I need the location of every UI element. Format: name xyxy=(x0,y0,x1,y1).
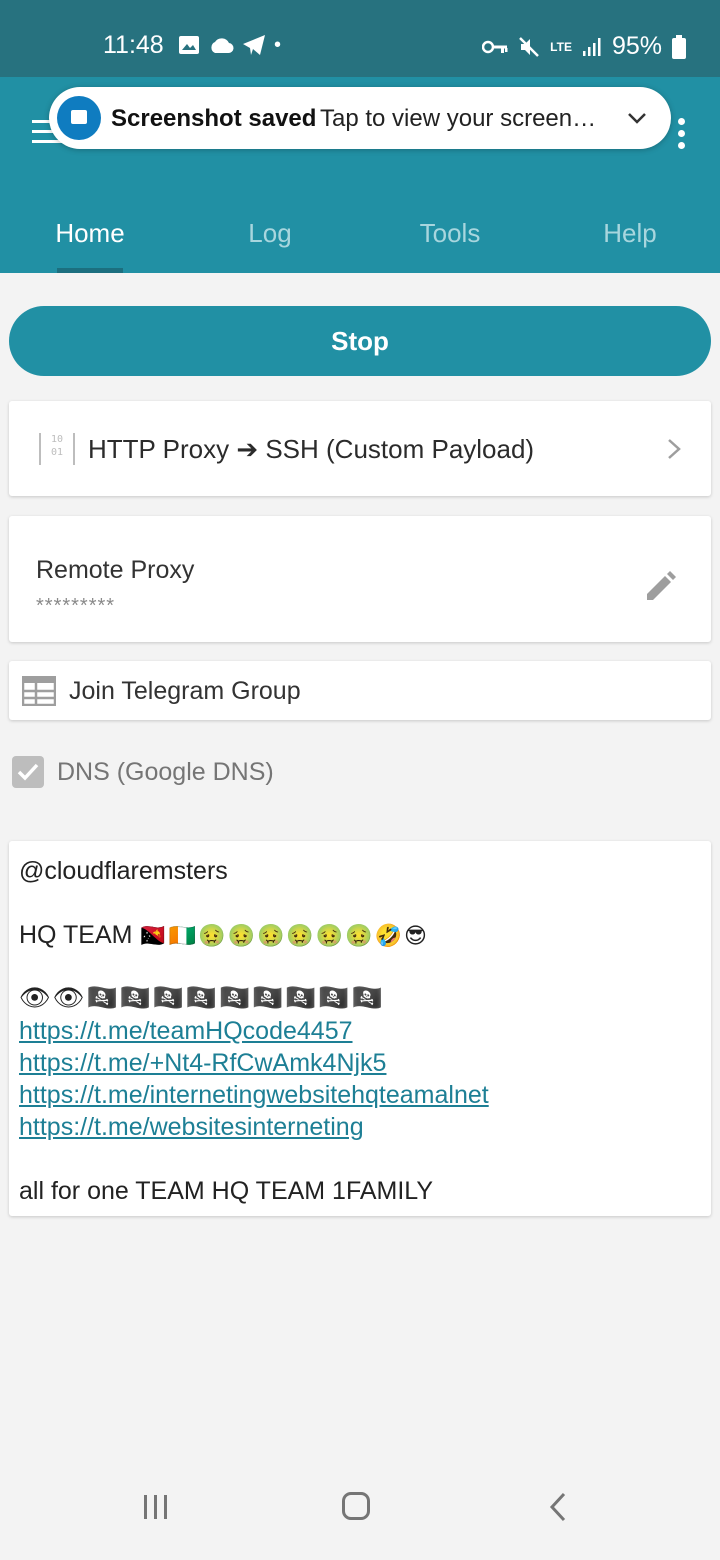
cloud-icon xyxy=(211,38,234,54)
edit-pencil-icon[interactable] xyxy=(643,570,677,604)
table-icon xyxy=(22,676,56,706)
tab-help[interactable]: Help xyxy=(540,215,720,273)
tab-bar: Home Log Tools Help xyxy=(0,215,720,273)
chevron-right-icon xyxy=(668,439,681,459)
screenshot-toast[interactable]: Screenshot saved Tap to view your screen… xyxy=(49,87,671,149)
recent-apps-icon[interactable] xyxy=(144,1495,170,1521)
tunnel-mode-label: HTTP Proxy ➔ SSH (Custom Payload) xyxy=(88,434,535,464)
remote-proxy-title: Remote Proxy xyxy=(36,556,195,584)
message-handle: @cloudflaremsters xyxy=(19,857,228,885)
remote-proxy-card[interactable]: Remote Proxy ********* xyxy=(9,516,711,642)
tab-log[interactable]: Log xyxy=(180,215,360,273)
overflow-menu-icon[interactable] xyxy=(678,118,686,150)
join-telegram-button[interactable]: Join Telegram Group xyxy=(9,661,711,720)
telegram-link-1[interactable]: https://t.me/teamHQcode4457 xyxy=(19,1017,353,1046)
tab-home[interactable]: Home xyxy=(0,215,180,273)
status-bar: 11:48 • LTE 95% xyxy=(0,0,720,77)
battery-percent: 95% xyxy=(611,32,662,60)
message-team-emoji: 🇵🇬🇨🇮🤢🤢🤢🤢🤢🤢🤣😎 xyxy=(139,924,429,949)
dns-label: DNS (Google DNS) xyxy=(57,758,274,786)
message-team-text: HQ TEAM xyxy=(19,921,133,949)
network-type-label: LTE xyxy=(550,39,572,54)
tab-log-label: Log xyxy=(248,218,292,248)
telegram-icon xyxy=(243,35,265,55)
status-left-icons: • xyxy=(178,34,281,56)
toast-message: Tap to view your screen… xyxy=(320,105,597,132)
stop-button[interactable]: Stop xyxy=(9,306,711,376)
message-footer: all for one TEAM HQ TEAM 1FAMILY xyxy=(19,1177,434,1205)
message-emoji-line: 👁👁🏴‍☠️🏴‍☠️🏴‍☠️🏴‍☠️🏴‍☠️🏴‍☠️🏴‍☠️🏴‍☠️🏴‍☠️ xyxy=(19,983,385,1012)
message-team-line: HQ TEAM 🇵🇬🇨🇮🤢🤢🤢🤢🤢🤢🤣😎 xyxy=(19,921,429,950)
binary-icon: 10 01 xyxy=(39,433,75,465)
tunnel-mode-selector[interactable]: 10 01 HTTP Proxy ➔ SSH (Custom Payload) xyxy=(9,401,711,496)
back-icon[interactable] xyxy=(548,1492,568,1522)
message-card: @cloudflaremsters HQ TEAM 🇵🇬🇨🇮🤢🤢🤢🤢🤢🤢🤣😎 👁… xyxy=(9,841,711,1216)
join-telegram-label: Join Telegram Group xyxy=(69,677,301,705)
tab-tools-label: Tools xyxy=(419,218,481,248)
tab-help-label: Help xyxy=(603,218,657,248)
mute-icon xyxy=(519,36,540,57)
status-right-icons: LTE 95% xyxy=(482,32,686,61)
signal-icon xyxy=(582,37,601,56)
vpn-key-icon xyxy=(482,40,508,53)
status-time: 11:48 xyxy=(103,31,164,59)
gallery-icon xyxy=(179,36,199,54)
image-icon xyxy=(57,96,101,140)
remote-proxy-value: ********* xyxy=(36,595,116,617)
tab-home-label: Home xyxy=(55,218,125,248)
telegram-link-3[interactable]: https://t.me/internetingwebsitehqteamaln… xyxy=(19,1081,489,1110)
system-nav-bar xyxy=(0,1474,720,1560)
checkmark-icon xyxy=(17,763,39,781)
toast-title: Screenshot saved xyxy=(111,105,317,132)
battery-icon xyxy=(672,34,686,59)
telegram-link-2[interactable]: https://t.me/+Nt4-RfCwAmk4Njk5 xyxy=(19,1049,386,1078)
telegram-link-4[interactable]: https://t.me/websitesinterneting xyxy=(19,1113,364,1142)
home-icon[interactable] xyxy=(342,1492,370,1520)
tab-tools[interactable]: Tools xyxy=(360,215,540,273)
tab-indicator xyxy=(57,268,123,273)
dns-checkbox[interactable] xyxy=(12,756,44,788)
chevron-down-icon[interactable] xyxy=(627,111,647,125)
notification-dot: • xyxy=(274,34,282,56)
